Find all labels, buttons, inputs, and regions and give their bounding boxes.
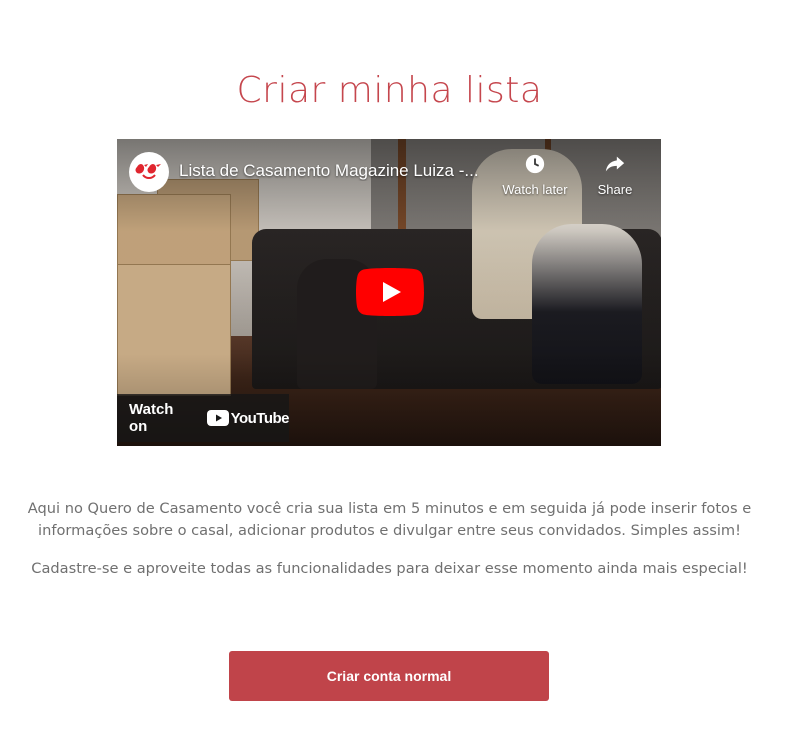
channel-avatar[interactable] [129,152,169,192]
watch-later-label: Watch later [502,182,568,197]
watch-on-youtube-link[interactable]: Watch on YouTube [117,394,290,442]
watch-on-label: Watch on [129,401,174,435]
video-title[interactable]: Lista de Casamento Magazine Luiza -... [179,161,499,181]
description-paragraph-1: Aqui no Quero de Casamento você cria sua… [27,500,752,539]
share-button[interactable]: Share [575,153,655,197]
play-button[interactable] [356,268,424,316]
share-label: Share [597,182,633,197]
youtube-logo-text: YouTube [230,409,290,427]
page-title: Criar minha lista [236,70,543,112]
youtube-logo: YouTube [206,409,290,427]
magazine-luiza-birds-icon [135,164,161,179]
watch-later-button[interactable]: Watch later [495,153,575,197]
share-arrow-icon [605,156,625,172]
youtube-play-icon [356,268,424,316]
youtube-logo-icon [206,410,229,426]
description-paragraph-2: Cadastre-se e aproveite todas as funcion… [31,560,748,577]
create-account-button[interactable]: Criar conta normal [229,651,549,701]
clock-icon [525,154,545,174]
video-embed[interactable]: Lista de Casamento Magazine Luiza -... W… [117,139,661,446]
